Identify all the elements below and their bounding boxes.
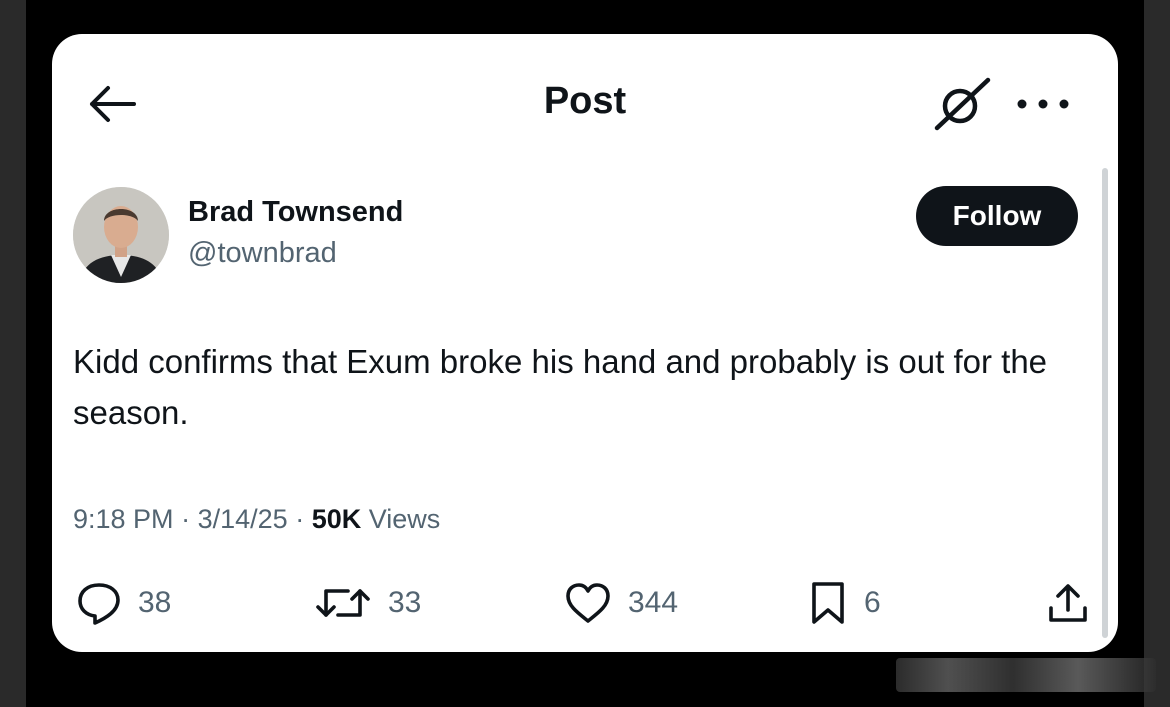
post-header: Post	[52, 34, 1118, 174]
heart-icon	[566, 583, 610, 623]
more-dots-icon	[1017, 99, 1069, 109]
share-button[interactable]	[1046, 579, 1090, 627]
post-meta: 9:18 PM · 3/14/25 · 50K Views	[73, 504, 440, 535]
repost-icon	[316, 589, 370, 617]
grok-icon	[934, 77, 991, 131]
post-text: Kidd confirms that Exum broke his hand a…	[73, 343, 1048, 431]
author-handle[interactable]: @townbrad	[188, 237, 337, 270]
reply-count: 38	[138, 586, 172, 619]
meta-separator: ·	[295, 504, 305, 534]
like-count: 344	[628, 586, 679, 619]
more-options-button[interactable]	[1014, 92, 1072, 116]
arrow-left-icon	[90, 86, 136, 122]
reply-button[interactable]: 38	[76, 579, 171, 627]
bookmark-icon	[812, 582, 844, 624]
repost-count: 33	[388, 586, 422, 619]
left-frame-edge	[0, 0, 26, 707]
author-display-name[interactable]: Brad Townsend	[188, 196, 403, 229]
repost-button[interactable]: 33	[314, 579, 421, 627]
bookmark-count: 6	[864, 586, 881, 619]
like-button[interactable]: 344	[564, 579, 678, 627]
follow-button[interactable]: Follow	[916, 186, 1078, 246]
share-icon	[1049, 584, 1087, 622]
bookmark-button[interactable]: 6	[808, 579, 881, 627]
views-label: Views	[368, 504, 441, 534]
meta-separator: ·	[181, 504, 191, 534]
grok-button[interactable]	[932, 76, 992, 132]
post-time[interactable]: 9:18 PM	[73, 504, 174, 534]
post-date[interactable]: 3/14/25	[198, 504, 288, 534]
action-bar: 38 33 344 6	[52, 579, 1118, 627]
right-frame-edge	[1144, 0, 1170, 707]
views-count: 50K	[311, 504, 362, 534]
reply-icon	[78, 583, 120, 625]
scrollbar[interactable]	[1102, 168, 1108, 638]
back-button[interactable]	[88, 84, 138, 124]
author-photo	[73, 187, 169, 283]
post-card: Post Brad Townsend @townbrad Follow Kidd…	[52, 34, 1118, 652]
avatar[interactable]	[73, 187, 169, 283]
overlay-strip	[896, 658, 1156, 692]
